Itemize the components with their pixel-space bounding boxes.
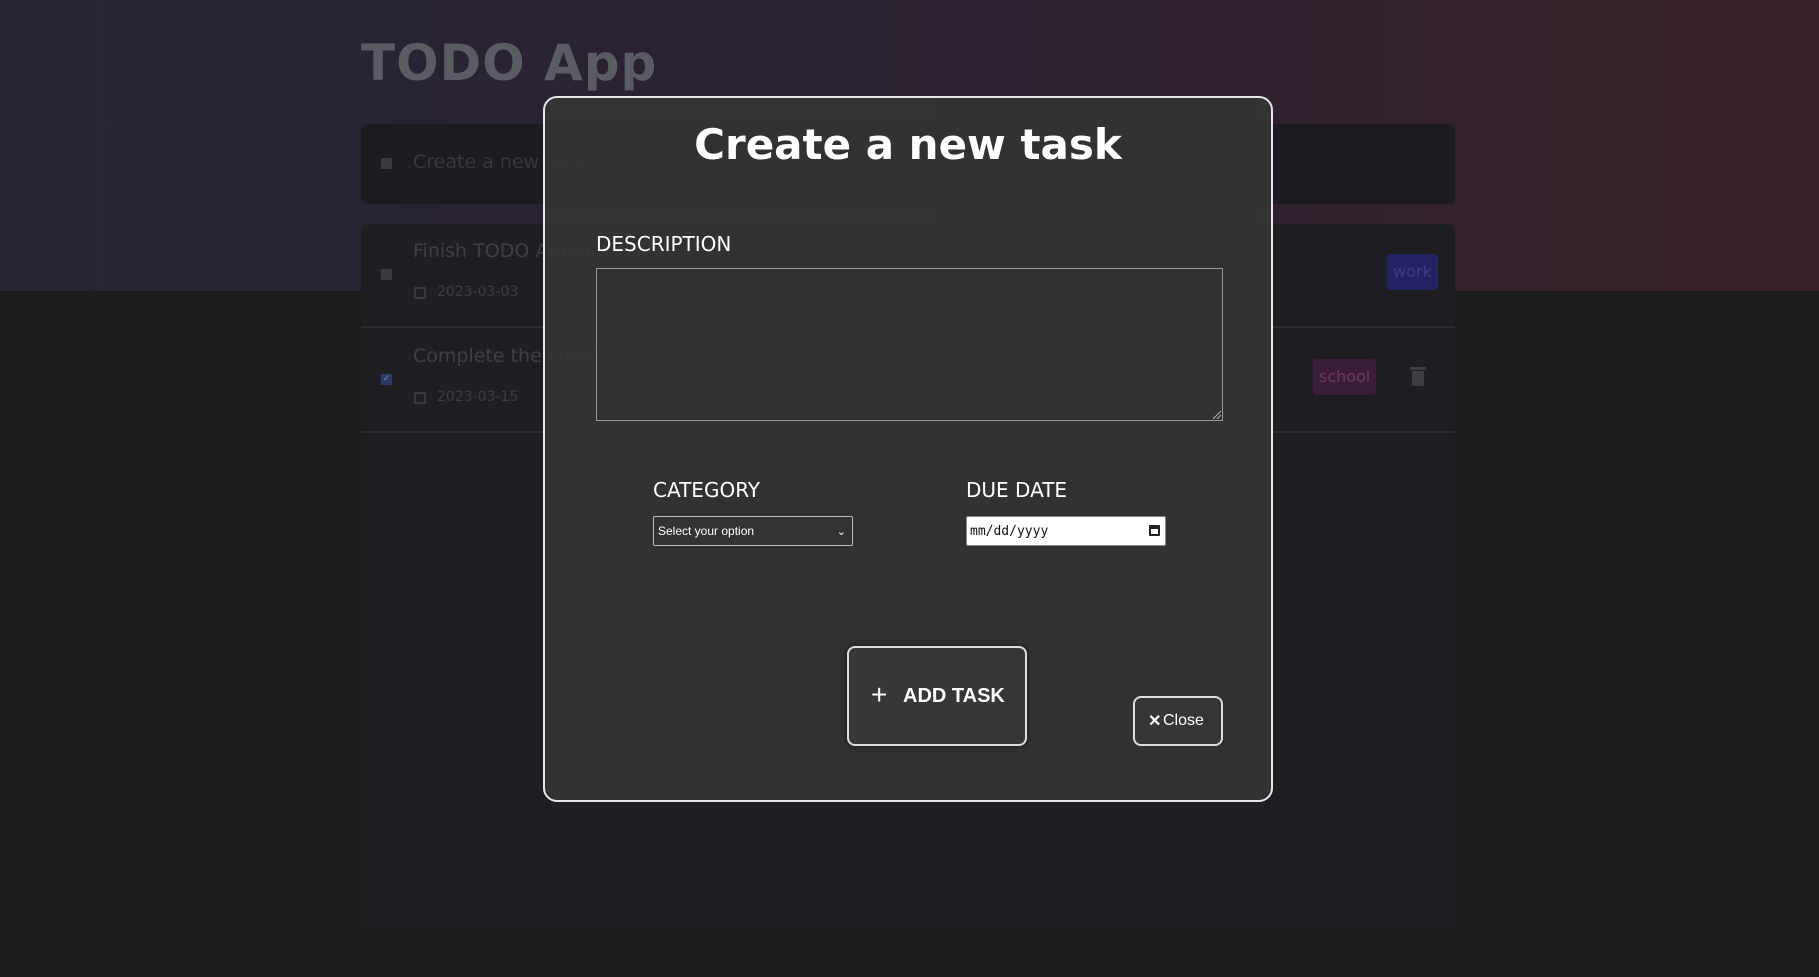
- modal-title: Create a new task: [694, 120, 1122, 169]
- category-select-value: Select your option: [658, 524, 755, 538]
- category-select[interactable]: Select your option ⌄: [653, 516, 853, 546]
- task-checkbox[interactable]: [381, 269, 392, 280]
- description-textarea[interactable]: [596, 268, 1223, 421]
- chevron-down-icon: ⌄: [836, 525, 846, 538]
- calendar-picker-icon[interactable]: [1149, 525, 1160, 536]
- close-label: Close: [1163, 712, 1204, 729]
- task-checkbox-checked[interactable]: ✓: [381, 374, 392, 385]
- plus-icon: +: [871, 679, 888, 710]
- trash-icon[interactable]: [1410, 367, 1426, 386]
- due-date-value: mm/dd/yyyy: [970, 524, 1049, 539]
- category-label: CATEGORY: [653, 478, 761, 502]
- description-label: DESCRIPTION: [596, 232, 732, 256]
- close-icon: ✕: [1148, 713, 1162, 730]
- task-date: 2023-03-15: [437, 389, 519, 405]
- close-button[interactable]: ✕ Close: [1133, 696, 1223, 746]
- resize-grip-icon[interactable]: [1213, 411, 1221, 419]
- task-date: 2023-03-03: [437, 284, 519, 300]
- trash-lid: [1410, 367, 1426, 370]
- create-task-modal: Create a new task DESCRIPTION CATEGORY S…: [543, 96, 1273, 802]
- due-date-input[interactable]: mm/dd/yyyy: [966, 516, 1166, 546]
- calendar-icon: [414, 392, 426, 404]
- app-title: TODO App: [361, 34, 658, 92]
- add-task-button[interactable]: + ADD TASK: [847, 646, 1027, 746]
- add-task-label: ADD TASK: [903, 685, 1005, 707]
- due-date-label: DUE DATE: [966, 478, 1068, 502]
- new-task-checkbox[interactable]: [381, 158, 392, 169]
- category-tag: work: [1387, 254, 1438, 290]
- trash-can: [1412, 371, 1424, 386]
- calendar-icon: [414, 287, 426, 299]
- category-tag: school: [1313, 359, 1377, 395]
